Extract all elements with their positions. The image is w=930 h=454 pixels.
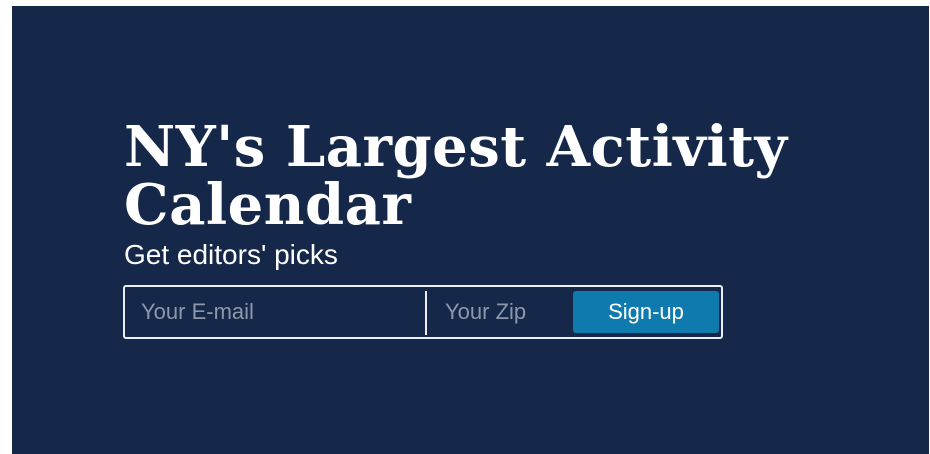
email-input[interactable]	[129, 290, 419, 334]
signup-form: Sign-up	[123, 285, 723, 339]
signup-button[interactable]: Sign-up	[573, 291, 719, 333]
signup-panel: NY's Largest Activity Calendar Get edito…	[12, 6, 929, 454]
input-divider	[425, 291, 427, 335]
zip-input[interactable]	[435, 290, 565, 334]
hero-title: NY's Largest Activity Calendar	[124, 114, 788, 238]
hero-subtitle: Get editors' picks	[124, 239, 338, 270]
